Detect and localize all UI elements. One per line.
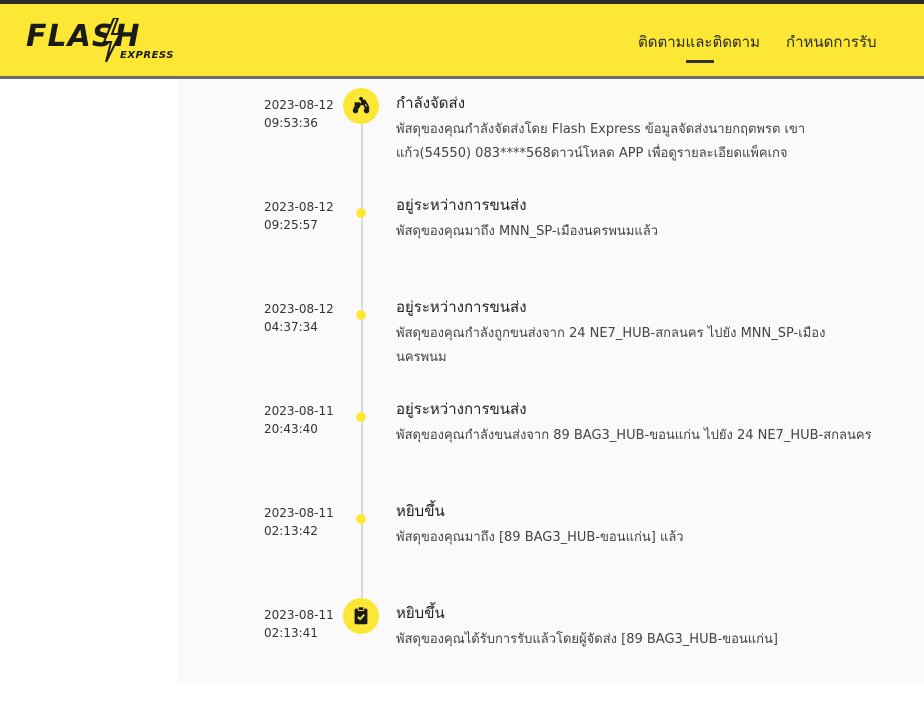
nav-pickup-schedule-link[interactable]: กำหนดการรับ [786, 30, 877, 54]
timeline-dot [356, 514, 366, 524]
timeline-dot [356, 412, 366, 422]
event-title: อยู่ระหว่างการขนส่ง [396, 400, 527, 418]
event-time: 04:37:34 [264, 320, 318, 334]
event-time: 20:43:40 [264, 422, 318, 436]
event-time: 09:53:36 [264, 116, 318, 130]
event-time: 02:13:42 [264, 524, 318, 538]
event-description: พัสดุของคุณกำลังจัดส่งโดย Flash Express … [396, 122, 806, 161]
lightning-bolt-icon [102, 18, 122, 62]
event-date: 2023-08-11 [264, 404, 334, 418]
event-title: หยิบขึ้น [396, 604, 445, 622]
timeline-event: 2023-08-11 20:43:40 อยู่ระหว่างการขนส่ง … [0, 400, 924, 502]
event-description: พัสดุของคุณกำลังขนส่งจาก 89 BAG3_HUB-ขอน… [396, 428, 872, 443]
timeline-event: 2023-08-11 02:13:42 หยิบขึ้น พัสดุของคุณ… [0, 502, 924, 604]
active-nav-indicator [686, 60, 714, 63]
event-date: 2023-08-12 [264, 302, 334, 316]
logo-subtext: EXPRESS [120, 50, 174, 61]
logo-wordmark: FLASH [26, 19, 141, 54]
event-description: พัสดุของคุณกำลังถูกขนส่งจาก 24 NE7_HUB-ส… [396, 326, 826, 365]
event-description: พัสดุของคุณได้รับการรับแล้วโดยผู้จัดส่ง … [396, 632, 778, 647]
event-title: หยิบขึ้น [396, 502, 445, 520]
event-time: 02:13:41 [264, 626, 318, 640]
event-title: กำลังจัดส่ง [396, 94, 466, 112]
timeline-dot [356, 208, 366, 218]
site-header: FLASH EXPRESS ติดตามและติดตาม กำหนดการรั… [0, 4, 924, 79]
event-description: พัสดุของคุณมาถึง [89 BAG3_HUB-ขอนแก่น] แ… [396, 530, 684, 545]
timeline-event: 2023-08-12 09:53:36 กำลังจัดส่ง พัสดุของ… [0, 88, 924, 196]
timeline-dot [356, 310, 366, 320]
event-description: พัสดุของคุณมาถึง MNN_SP-เมืองนครพนมแล้ว [396, 224, 659, 239]
event-time: 09:25:57 [264, 218, 318, 232]
timeline-event: 2023-08-12 09:25:57 อยู่ระหว่างการขนส่ง … [0, 196, 924, 298]
flash-express-logo[interactable]: FLASH EXPRESS [26, 18, 176, 66]
timeline-event: 2023-08-11 02:13:41 หยิบขึ้น พัสดุของคุณ… [0, 598, 924, 706]
event-date: 2023-08-11 [264, 608, 334, 622]
clipboard-check-icon [343, 598, 379, 634]
nav-track-link[interactable]: ติดตามและติดตาม [638, 30, 760, 54]
event-title: อยู่ระหว่างการขนส่ง [396, 196, 527, 214]
event-date: 2023-08-12 [264, 98, 334, 112]
timeline-event: 2023-08-12 04:37:34 อยู่ระหว่างการขนส่ง … [0, 298, 924, 400]
event-title: อยู่ระหว่างการขนส่ง [396, 298, 527, 316]
event-date: 2023-08-11 [264, 506, 334, 520]
event-date: 2023-08-12 [264, 200, 334, 214]
delivery-scooter-icon [343, 88, 379, 124]
